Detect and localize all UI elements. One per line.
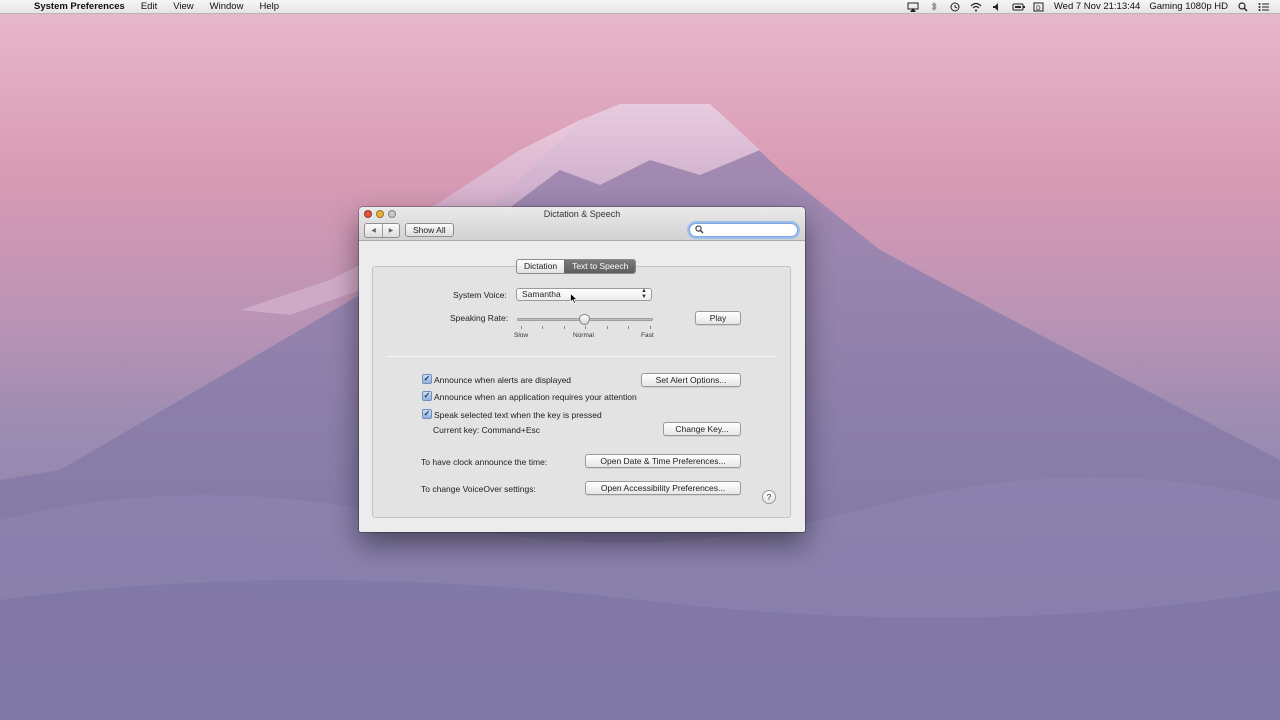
menu-clock[interactable]: Wed 7 Nov 21:13:44 [1054,1,1140,12]
open-accessibility-preferences-button[interactable]: Open Accessibility Preferences... [585,481,741,495]
preferences-window: Dictation & Speech ◀ ▶ Show All Dictatio… [359,207,805,532]
voiceover-settings-label: To change VoiceOver settings: [421,484,536,494]
announce-attention-checkbox[interactable]: ✓ [422,391,432,401]
svg-text:D: D [1036,5,1041,12]
rate-normal-label: Normal [573,332,594,339]
time-machine-icon[interactable] [949,2,961,12]
system-voice-value: Samantha [522,289,561,299]
set-alert-options-button[interactable]: Set Alert Options... [641,373,741,387]
menu-app-name[interactable]: System Preferences [34,0,133,14]
show-all-button[interactable]: Show All [405,223,454,237]
tab-text-to-speech[interactable]: Text to Speech [564,260,636,273]
speaking-rate-ticks [521,326,651,329]
rate-fast-label: Fast [641,332,654,339]
current-key-label: Current key: Command+Esc [433,425,540,435]
open-date-time-preferences-button[interactable]: Open Date & Time Preferences... [585,454,741,468]
tab-dictation[interactable]: Dictation [517,260,564,273]
back-forward-control: ◀ ▶ [364,223,400,238]
search-field[interactable] [689,223,798,237]
airplay-icon[interactable] [907,2,919,12]
section-divider [387,356,776,357]
clock-announce-label: To have clock announce the time: [421,457,548,467]
help-button[interactable]: ? [762,490,776,504]
menu-edit[interactable]: Edit [133,0,165,14]
menu-bar: System Preferences Edit View Window Help… [0,0,1280,14]
popup-arrows-icon: ▲ ▼ [641,288,647,300]
speaking-rate-label: Speaking Rate: [450,313,509,323]
wifi-icon[interactable] [970,2,982,12]
bluetooth-icon[interactable] [928,1,940,12]
notification-center-icon[interactable] [1258,2,1270,12]
spotlight-icon[interactable] [1237,1,1249,12]
back-arrow-icon[interactable]: ◀ [365,224,382,237]
menu-view[interactable]: View [165,0,201,14]
window-title: Dictation & Speech [543,209,621,219]
change-key-button[interactable]: Change Key... [663,422,741,436]
announce-alerts-checkbox[interactable]: ✓ [422,374,432,384]
menu-user[interactable]: Gaming 1080p HD [1149,1,1228,12]
menu-window[interactable]: Window [202,0,252,14]
tab-control: Dictation Text to Speech [516,259,637,274]
search-icon [695,225,704,236]
announce-attention-label[interactable]: Announce when an application requires yo… [434,392,637,402]
play-button[interactable]: Play [695,311,741,325]
speak-selected-label[interactable]: Speak selected text when the key is pres… [434,410,602,420]
volume-icon[interactable] [991,2,1003,12]
system-voice-label: System Voice: [453,290,507,300]
input-source-icon[interactable]: D [1033,2,1045,12]
window-titlebar[interactable]: Dictation & Speech ◀ ▶ Show All [359,207,805,241]
forward-arrow-icon[interactable]: ▶ [382,224,399,237]
rate-slow-label: Slow [514,332,529,339]
speak-selected-checkbox[interactable]: ✓ [422,409,432,419]
menu-help[interactable]: Help [251,0,287,14]
system-voice-popup[interactable]: Samantha ▲ ▼ [516,288,652,301]
battery-icon[interactable] [1012,2,1025,12]
announce-alerts-label[interactable]: Announce when alerts are displayed [434,375,571,385]
mouse-cursor-icon [570,292,578,306]
